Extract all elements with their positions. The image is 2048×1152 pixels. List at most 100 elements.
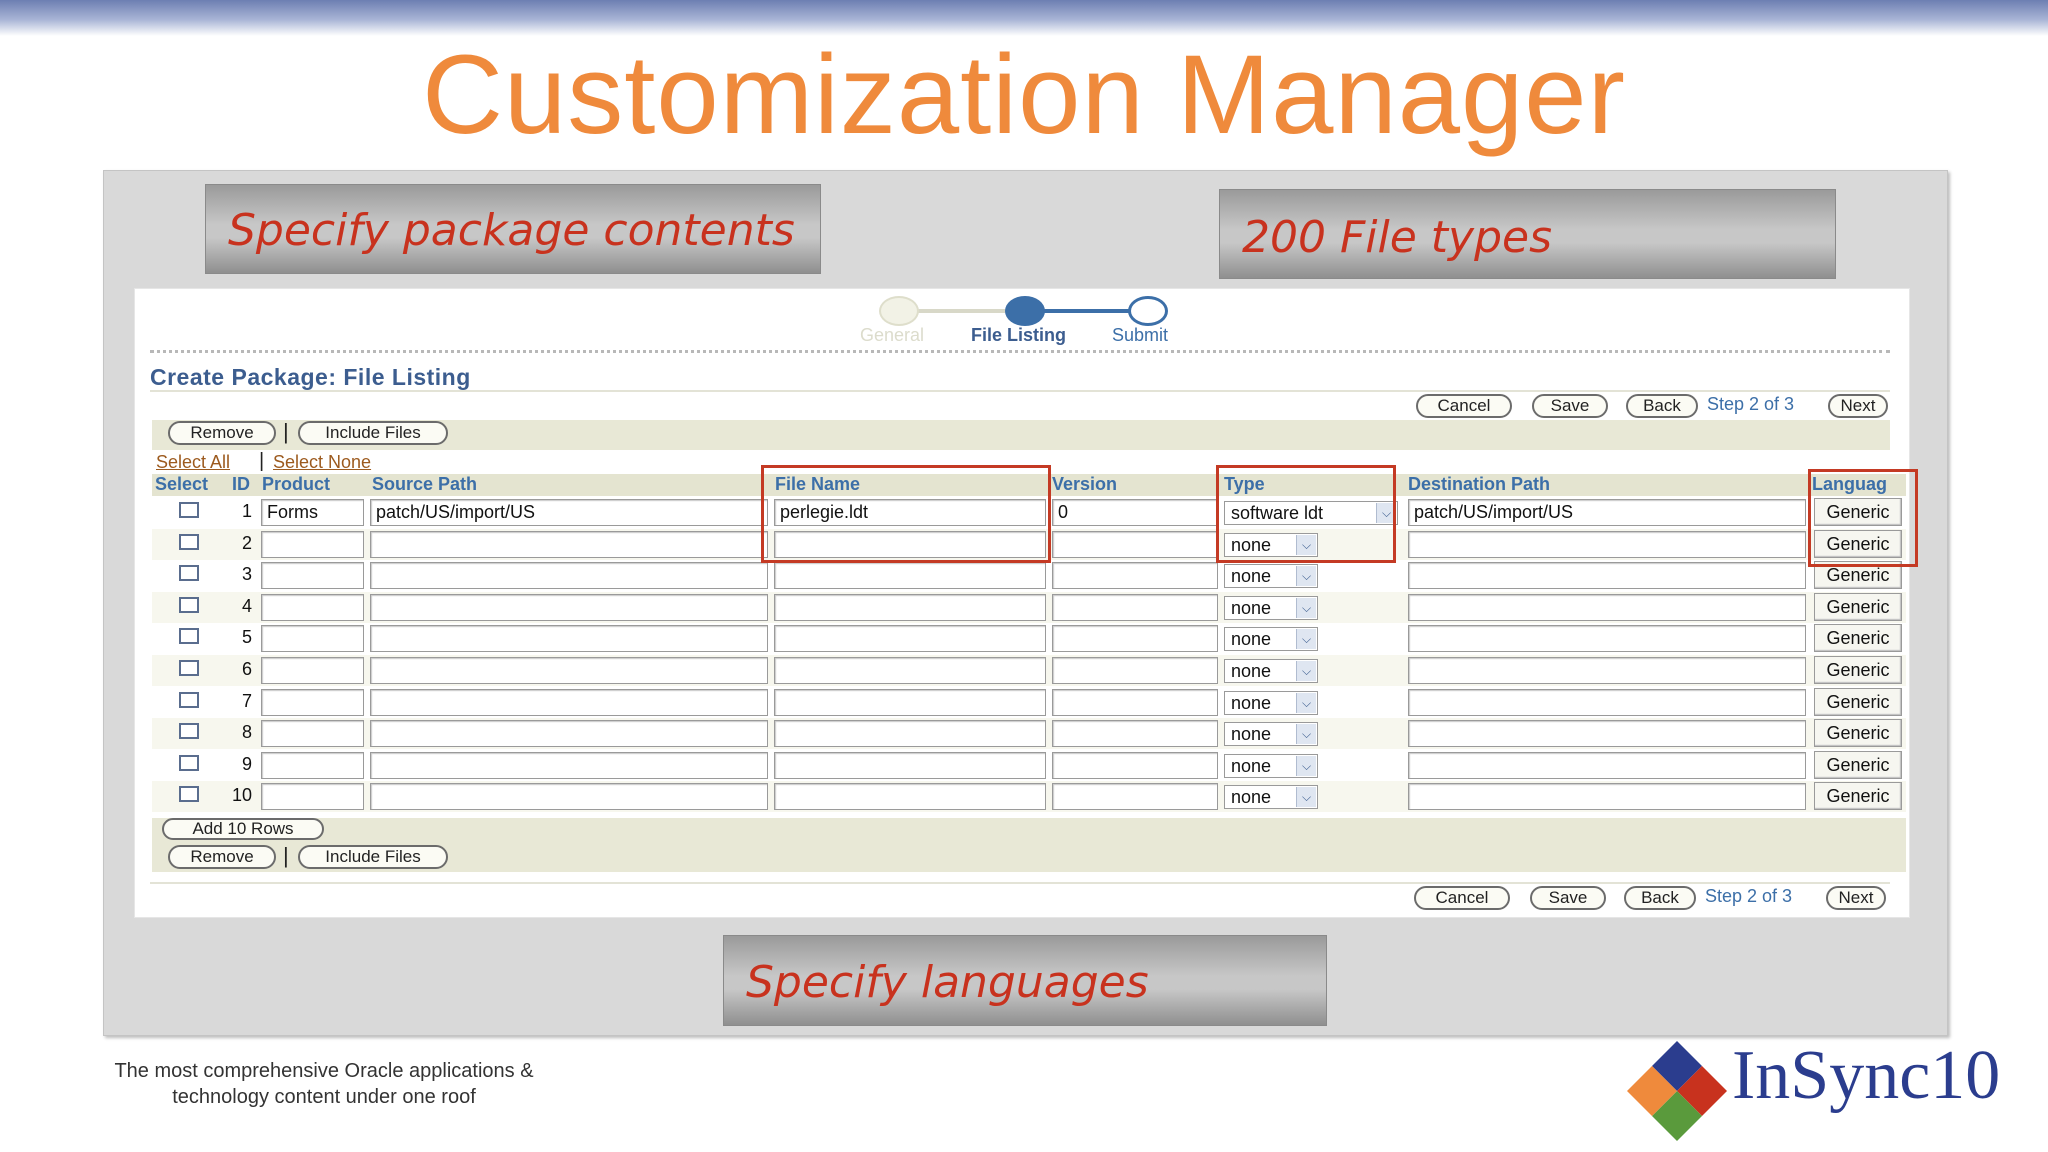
back-button-top[interactable]: Back — [1626, 394, 1698, 418]
row-select-checkbox[interactable] — [179, 786, 199, 802]
row-select-checkbox[interactable] — [179, 692, 199, 708]
file-name-field[interactable] — [774, 752, 1046, 779]
type-select[interactable]: none ⌵ — [1224, 691, 1318, 715]
language-button[interactable]: Generic — [1814, 782, 1902, 810]
row-select-checkbox[interactable] — [179, 755, 199, 771]
train-step-submit-icon[interactable] — [1128, 296, 1168, 326]
version-field[interactable] — [1052, 562, 1218, 589]
row-select-checkbox[interactable] — [179, 597, 199, 613]
version-field[interactable]: 0 — [1052, 499, 1218, 526]
chevron-down-icon[interactable]: ⌵ — [1296, 566, 1316, 586]
save-button-bottom[interactable]: Save — [1530, 886, 1606, 910]
file-name-field[interactable] — [774, 594, 1046, 621]
row-select-checkbox[interactable] — [179, 723, 199, 739]
product-field[interactable] — [261, 594, 364, 621]
type-select[interactable]: none ⌵ — [1224, 722, 1318, 746]
source-path-field[interactable] — [370, 657, 768, 684]
chevron-down-icon[interactable]: ⌵ — [1296, 661, 1316, 681]
row-select-checkbox[interactable] — [179, 628, 199, 644]
product-field[interactable]: Forms — [261, 499, 364, 526]
remove-button-top[interactable]: Remove — [168, 421, 276, 445]
product-field[interactable] — [261, 625, 364, 652]
chevron-down-icon[interactable]: ⌵ — [1296, 756, 1316, 776]
save-button-top[interactable]: Save — [1532, 394, 1608, 418]
row-select-checkbox[interactable] — [179, 502, 199, 518]
language-button[interactable]: Generic — [1814, 593, 1902, 621]
type-select[interactable]: none ⌵ — [1224, 596, 1318, 620]
type-select[interactable]: none ⌵ — [1224, 785, 1318, 809]
product-field[interactable] — [261, 689, 364, 716]
version-field[interactable] — [1052, 752, 1218, 779]
chevron-down-icon[interactable]: ⌵ — [1296, 693, 1316, 713]
language-button[interactable]: Generic — [1814, 624, 1902, 652]
source-path-field[interactable] — [370, 720, 768, 747]
version-field[interactable] — [1052, 720, 1218, 747]
next-button-top[interactable]: Next — [1828, 394, 1888, 418]
version-field[interactable] — [1052, 657, 1218, 684]
select-all-link[interactable]: Select All — [156, 452, 230, 473]
remove-button-bottom[interactable]: Remove — [168, 845, 276, 869]
source-path-field[interactable]: patch/US/import/US — [370, 499, 768, 526]
row-select-checkbox[interactable] — [179, 565, 199, 581]
destination-path-field[interactable] — [1408, 720, 1806, 747]
include-files-button-top[interactable]: Include Files — [298, 421, 448, 445]
include-files-button-bottom[interactable]: Include Files — [298, 845, 448, 869]
chevron-down-icon[interactable]: ⌵ — [1296, 724, 1316, 744]
file-name-field[interactable] — [774, 657, 1046, 684]
product-field[interactable] — [261, 562, 364, 589]
product-field[interactable] — [261, 531, 364, 558]
destination-path-field[interactable] — [1408, 562, 1806, 589]
train-label-submit[interactable]: Submit — [1112, 325, 1168, 346]
type-select[interactable]: none ⌵ — [1224, 627, 1318, 651]
source-path-field[interactable] — [370, 689, 768, 716]
product-field[interactable] — [261, 657, 364, 684]
source-path-field[interactable] — [370, 752, 768, 779]
type-select[interactable]: none ⌵ — [1224, 659, 1318, 683]
row-select-checkbox[interactable] — [179, 534, 199, 550]
destination-path-field[interactable] — [1408, 689, 1806, 716]
product-field[interactable] — [261, 752, 364, 779]
language-button[interactable]: Generic — [1814, 656, 1902, 684]
source-path-field[interactable] — [370, 594, 768, 621]
destination-path-field[interactable] — [1408, 531, 1806, 558]
version-field[interactable] — [1052, 689, 1218, 716]
next-button-bottom[interactable]: Next — [1826, 886, 1886, 910]
type-select[interactable]: none ⌵ — [1224, 564, 1318, 588]
back-button-bottom[interactable]: Back — [1624, 886, 1696, 910]
file-name-field[interactable] — [774, 562, 1046, 589]
chevron-down-icon[interactable]: ⌵ — [1296, 598, 1316, 618]
cancel-button-bottom[interactable]: Cancel — [1414, 886, 1510, 910]
version-field[interactable] — [1052, 594, 1218, 621]
destination-path-field[interactable] — [1408, 752, 1806, 779]
destination-path-field[interactable] — [1408, 625, 1806, 652]
row-select-checkbox[interactable] — [179, 660, 199, 676]
version-field[interactable] — [1052, 783, 1218, 810]
file-name-field[interactable] — [774, 689, 1046, 716]
language-button[interactable]: Generic — [1814, 719, 1902, 747]
cancel-button-top[interactable]: Cancel — [1416, 394, 1512, 418]
destination-path-field[interactable]: patch/US/import/US — [1408, 499, 1806, 526]
language-button[interactable]: Generic — [1814, 688, 1902, 716]
language-button[interactable]: Generic — [1814, 751, 1902, 779]
destination-path-field[interactable] — [1408, 783, 1806, 810]
source-path-field[interactable] — [370, 562, 768, 589]
add-10-rows-button[interactable]: Add 10 Rows — [162, 818, 324, 840]
destination-path-field[interactable] — [1408, 657, 1806, 684]
select-none-link[interactable]: Select None — [273, 452, 371, 473]
file-name-field[interactable] — [774, 625, 1046, 652]
chevron-down-icon[interactable]: ⌵ — [1296, 787, 1316, 807]
chevron-down-icon[interactable]: ⌵ — [1296, 629, 1316, 649]
train-step-general-icon[interactable] — [879, 296, 919, 326]
file-name-field[interactable] — [774, 720, 1046, 747]
product-field[interactable] — [261, 783, 364, 810]
file-name-field[interactable] — [774, 783, 1046, 810]
source-path-field[interactable] — [370, 531, 768, 558]
product-field[interactable] — [261, 720, 364, 747]
train-label-general[interactable]: General — [860, 325, 924, 346]
source-path-field[interactable] — [370, 625, 768, 652]
destination-path-field[interactable] — [1408, 594, 1806, 621]
type-select[interactable]: none ⌵ — [1224, 754, 1318, 778]
version-field[interactable] — [1052, 531, 1218, 558]
version-field[interactable] — [1052, 625, 1218, 652]
source-path-field[interactable] — [370, 783, 768, 810]
